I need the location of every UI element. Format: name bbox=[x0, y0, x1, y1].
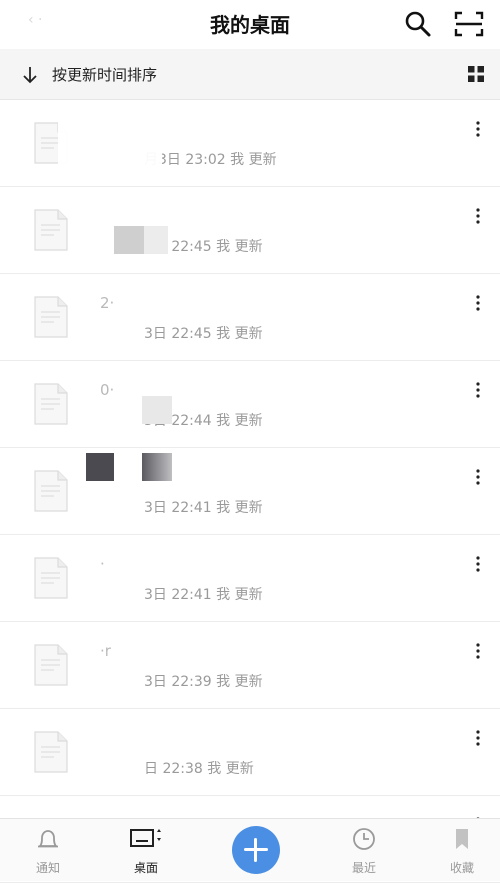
grid-view-icon[interactable] bbox=[468, 66, 484, 82]
more-options-icon[interactable] bbox=[470, 729, 486, 747]
clock-icon bbox=[353, 828, 375, 850]
redaction-patch bbox=[86, 453, 114, 481]
redaction-patch bbox=[142, 396, 172, 424]
file-updated-meta: 3日 22:39 我 更新 bbox=[144, 674, 263, 690]
file-name[interactable]: ·r bbox=[100, 642, 111, 660]
redaction-patch bbox=[58, 110, 162, 170]
file-row[interactable]: · 3日 22:41 我 更新 bbox=[0, 535, 500, 622]
more-options-icon[interactable] bbox=[470, 381, 486, 399]
file-row[interactable]: 0· 3日 22:44 我 更新 bbox=[0, 361, 500, 448]
app-header: ‹ · 我的桌面 bbox=[0, 0, 500, 48]
more-options-icon[interactable] bbox=[470, 642, 486, 660]
document-file-icon bbox=[34, 209, 68, 251]
scan-icon[interactable] bbox=[454, 10, 484, 38]
document-file-icon bbox=[34, 557, 68, 599]
sort-bar[interactable]: 按更新时间排序 bbox=[0, 49, 500, 100]
file-row[interactable]: 2· 3日 22:45 我 更新 bbox=[0, 274, 500, 361]
file-name[interactable]: · bbox=[100, 555, 105, 573]
sort-label[interactable]: 按更新时间排序 bbox=[52, 64, 157, 85]
plus-icon bbox=[254, 838, 257, 862]
redaction-patch bbox=[142, 453, 172, 481]
file-row[interactable]: 3日 22:41 我 更新 bbox=[0, 448, 500, 535]
file-row[interactable]: 日 22:38 我 更新 bbox=[0, 709, 500, 796]
tab-label: 桌面 bbox=[133, 861, 158, 875]
tab-recent[interactable]: 最近 bbox=[324, 827, 404, 876]
file-row[interactable]: ·r 3日 22:39 我 更新 bbox=[0, 622, 500, 709]
create-button[interactable] bbox=[232, 826, 280, 874]
file-name[interactable]: 2· bbox=[100, 294, 114, 312]
redaction-patch bbox=[144, 226, 168, 254]
desktop-icon bbox=[130, 829, 161, 847]
sort-down-arrow-icon[interactable] bbox=[20, 65, 40, 85]
search-icon[interactable] bbox=[404, 10, 432, 38]
more-options-icon[interactable] bbox=[470, 207, 486, 225]
more-options-icon[interactable] bbox=[470, 294, 486, 312]
file-updated-meta: 日 22:38 我 更新 bbox=[144, 761, 254, 777]
tab-desktop[interactable]: 桌面 bbox=[106, 827, 186, 876]
redaction-patch bbox=[114, 226, 144, 254]
more-options-icon[interactable] bbox=[470, 468, 486, 486]
tab-favorites[interactable]: 收藏 bbox=[422, 827, 500, 876]
document-file-icon bbox=[34, 644, 68, 686]
more-options-icon[interactable] bbox=[470, 555, 486, 573]
file-updated-meta: 月3日 23:02 我 更新 bbox=[144, 152, 277, 168]
document-file-icon bbox=[34, 296, 68, 338]
document-file-icon bbox=[34, 470, 68, 512]
file-updated-meta: 3日 22:45 我 更新 bbox=[144, 326, 263, 342]
file-list: 月3日 23:02 我 更新 3日 22:45 我 更新 2· 3日 22:45 我 … bbox=[0, 100, 500, 883]
more-options-icon[interactable] bbox=[470, 120, 486, 138]
tab-label: 通知 bbox=[35, 861, 60, 875]
bell-icon bbox=[37, 830, 59, 848]
file-updated-meta: 3日 22:41 我 更新 bbox=[144, 587, 263, 603]
tab-label: 最近 bbox=[351, 861, 376, 875]
tab-label: 收藏 bbox=[449, 861, 474, 875]
document-file-icon bbox=[34, 383, 68, 425]
bookmark-icon bbox=[456, 829, 468, 849]
file-row[interactable]: 3日 22:45 我 更新 bbox=[0, 187, 500, 274]
file-name[interactable]: 0· bbox=[100, 381, 114, 399]
document-file-icon bbox=[34, 731, 68, 773]
tab-notifications[interactable]: 通知 bbox=[8, 827, 88, 876]
file-updated-meta: 3日 22:41 我 更新 bbox=[144, 500, 263, 516]
